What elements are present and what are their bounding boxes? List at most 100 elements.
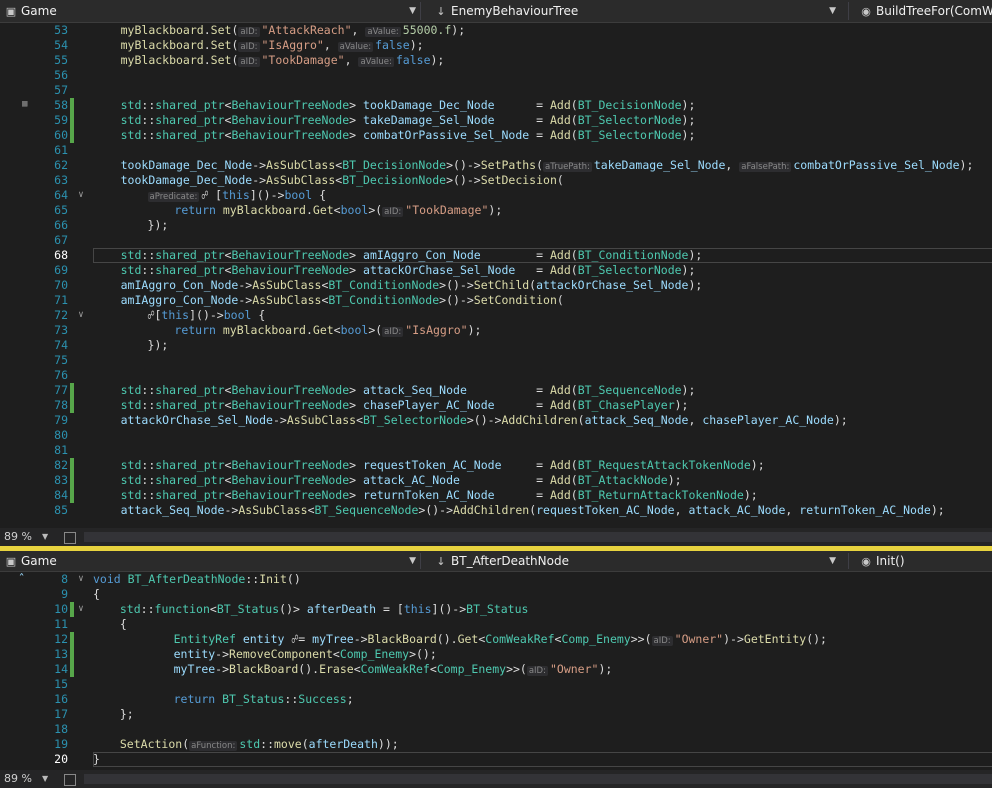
code-text[interactable]: });	[148, 218, 169, 233]
line-number: 76	[54, 368, 68, 382]
code-line[interactable]: 11 {	[0, 617, 992, 632]
code-line[interactable]: 14 myTree->BlackBoard().Erase<ComWeakRef<…	[0, 662, 992, 677]
code-line[interactable]: 19 SetAction(aFunction: std::move(afterDea…	[0, 737, 992, 752]
code-text[interactable]: std::function<BT_Status()> afterDeath = …	[120, 602, 529, 617]
top-zoom-level[interactable]: 89 %	[4, 528, 32, 546]
code-line[interactable]: 64 ∨ aPredicate: ☍ [this]()->bool {	[0, 188, 992, 203]
chevron-down-icon: ▼	[42, 532, 49, 541]
code-text[interactable]: std::shared_ptr<BehaviourTreeNode> attac…	[121, 383, 696, 398]
code-line[interactable]: 76	[0, 368, 992, 383]
code-line[interactable]: 75	[0, 353, 992, 368]
line-number: 20	[54, 752, 68, 766]
code-line[interactable]: 55 myBlackboard.Set(aID: "TookDamage", aVa…	[0, 53, 992, 68]
code-line[interactable]: 57	[0, 83, 992, 98]
code-line[interactable]: 70 amIAggro_Con_Node->AsSubClass<BT_Condi…	[0, 278, 992, 293]
health-icon[interactable]	[64, 532, 76, 544]
code-text[interactable]: tookDamage_Dec_Node->AsSubClass<BT_Decis…	[121, 173, 564, 188]
chevron-down-icon[interactable]: ∨	[76, 188, 86, 203]
code-text[interactable]: std::shared_ptr<BehaviourTreeNode> chase…	[121, 398, 689, 413]
horizontal-scrollbar[interactable]	[84, 774, 992, 784]
code-text[interactable]: std::shared_ptr<BehaviourTreeNode> attac…	[121, 263, 696, 278]
code-line[interactable]: 54 myBlackboard.Set(aID: "IsAggro", aValue…	[0, 38, 992, 53]
health-icon[interactable]	[64, 774, 76, 786]
code-line[interactable]: 77 std::shared_ptr<BehaviourTreeNode> att…	[0, 383, 992, 398]
code-line[interactable]: 8 ∨ void BT_AfterDeathNode::Init()	[0, 572, 992, 587]
bottom-zoom-level[interactable]: 89 %	[4, 770, 32, 788]
code-token: {	[251, 308, 266, 322]
code-text[interactable]: attackOrChase_Sel_Node->AsSubClass<BT_Se…	[121, 413, 848, 428]
top-project-dropdown[interactable]: ▣ Game ▼	[0, 0, 420, 22]
code-line[interactable]: 67	[0, 233, 992, 248]
top-editor-pane[interactable]: ▣ Game ▼ ↓ EnemyBehaviourTree ▼ ◉ BuildTree…	[0, 0, 992, 528]
code-line[interactable]: 66});	[0, 218, 992, 233]
code-line[interactable]: 73 return myBlackboard.Get<bool>(aID: "IsA…	[0, 323, 992, 338]
code-text[interactable]: void BT_AfterDeathNode::Init()	[93, 572, 301, 587]
horizontal-scrollbar[interactable]	[84, 532, 992, 542]
code-line[interactable]: 82 std::shared_ptr<BehaviourTreeNode> req…	[0, 458, 992, 473]
code-line[interactable]: 10 ∨ std::function<BT_Status()> afterDeath…	[0, 602, 992, 617]
code-text[interactable]: });	[148, 338, 169, 353]
code-text[interactable]: ☍[this]()->bool {	[148, 308, 266, 323]
code-line[interactable]: 13 entity->RemoveComponent<Comp_Enemy>();	[0, 647, 992, 662]
code-line[interactable]: 16 return BT_Status::Success;	[0, 692, 992, 707]
code-line[interactable]: 63 tookDamage_Dec_Node->AsSubClass<BT_Dec…	[0, 173, 992, 188]
chevron-down-icon[interactable]: ∨	[76, 308, 86, 323]
code-text[interactable]: return BT_Status::Success;	[174, 692, 354, 707]
code-line[interactable]: 18	[0, 722, 992, 737]
code-token: ().	[436, 632, 458, 646]
code-line[interactable]: 65 return myBlackboard.Get<bool>(aID: "Too…	[0, 203, 992, 218]
code-text[interactable]: attack_Seq_Node->AsSubClass<BT_SequenceN…	[121, 503, 945, 518]
code-line[interactable]: 72 ∨ ☍[this]()->bool {	[0, 308, 992, 323]
bottom-scope-dropdown[interactable]: ↓ BT_AfterDeathNode ▼	[430, 551, 840, 571]
code-text[interactable]: std::shared_ptr<BehaviourTreeNode> takeD…	[121, 113, 696, 128]
code-text[interactable]: std::shared_ptr<BehaviourTreeNode> attac…	[121, 473, 682, 488]
code-line[interactable]: 59 std::shared_ptr<BehaviourTreeNode> tak…	[0, 113, 992, 128]
code-line[interactable]: 17};	[0, 707, 992, 722]
code-token: ]()->	[431, 602, 467, 616]
code-text[interactable]: std::shared_ptr<BehaviourTreeNode> amIAg…	[121, 248, 703, 263]
top-member-dropdown[interactable]: ◉ BuildTreeFor(ComWea	[855, 0, 992, 22]
code-line[interactable]: 83 std::shared_ptr<BehaviourTreeNode> att…	[0, 473, 992, 488]
code-line[interactable]: 20}	[0, 752, 992, 767]
code-text[interactable]: std::shared_ptr<BehaviourTreeNode> comba…	[121, 128, 696, 143]
code-text[interactable]: }	[93, 752, 100, 767]
code-line[interactable]: 53 myBlackboard.Set(aID: "AttackReach", aV…	[0, 23, 992, 38]
code-line[interactable]: 74});	[0, 338, 992, 353]
code-text[interactable]: amIAggro_Con_Node->AsSubClass<BT_Conditi…	[121, 293, 564, 308]
code-line[interactable]: 81	[0, 443, 992, 458]
code-text[interactable]: {	[93, 587, 100, 602]
code-text[interactable]: std::shared_ptr<BehaviourTreeNode> tookD…	[121, 98, 696, 113]
code-line[interactable]: 78 std::shared_ptr<BehaviourTreeNode> cha…	[0, 398, 992, 413]
code-line[interactable]: 68 std::shared_ptr<BehaviourTreeNode> amI…	[0, 248, 992, 263]
bottom-member-dropdown[interactable]: ◉ Init()	[855, 551, 992, 571]
code-token: >()->	[446, 158, 481, 172]
code-line[interactable]: 69 std::shared_ptr<BehaviourTreeNode> att…	[0, 263, 992, 278]
code-line[interactable]: 15	[0, 677, 992, 692]
code-line[interactable]: 58 std::shared_ptr<BehaviourTreeNode> too…	[0, 98, 992, 113]
bottom-editor-pane[interactable]: ▣ Game ▼ ↓ BT_AfterDeathNode ▼ ◉ Init() ˆ 8…	[0, 551, 992, 788]
code-token: Add	[549, 263, 571, 277]
code-line[interactable]: 71 amIAggro_Con_Node->AsSubClass<BT_Condi…	[0, 293, 992, 308]
code-text[interactable]: amIAggro_Con_Node->AsSubClass<BT_Conditi…	[121, 278, 703, 293]
code-line[interactable]: 62 tookDamage_Dec_Node->AsSubClass<BT_Dec…	[0, 158, 992, 173]
code-line[interactable]: 56	[0, 68, 992, 83]
code-line[interactable]: 79 attackOrChase_Sel_Node->AsSubClass<BT_…	[0, 413, 992, 428]
chevron-down-icon[interactable]: ∨	[76, 572, 86, 587]
code-text[interactable]: entity->RemoveComponent<Comp_Enemy>();	[174, 647, 437, 662]
code-line[interactable]: 12 EntityRef entity ☍= myTree->BlackBoard…	[0, 632, 992, 647]
code-text[interactable]: {	[120, 617, 127, 632]
inlay-hint: aID:	[651, 636, 673, 646]
chevron-down-icon[interactable]: ∨	[76, 602, 86, 617]
code-line[interactable]: 9{	[0, 587, 992, 602]
code-line[interactable]: 84 std::shared_ptr<BehaviourTreeNode> ret…	[0, 488, 992, 503]
code-text[interactable]: std::shared_ptr<BehaviourTreeNode> reque…	[121, 458, 765, 473]
line-number: 66	[54, 218, 68, 232]
code-text[interactable]: std::shared_ptr<BehaviourTreeNode> retur…	[121, 488, 758, 503]
code-line[interactable]: 60 std::shared_ptr<BehaviourTreeNode> com…	[0, 128, 992, 143]
code-line[interactable]: 80	[0, 428, 992, 443]
top-scope-dropdown[interactable]: ↓ EnemyBehaviourTree ▼	[430, 0, 840, 22]
code-line[interactable]: 85 attack_Seq_Node->AsSubClass<BT_Sequenc…	[0, 503, 992, 518]
code-text[interactable]: };	[120, 707, 134, 722]
code-line[interactable]: 61	[0, 143, 992, 158]
bottom-project-dropdown[interactable]: ▣ Game ▼	[0, 551, 420, 571]
